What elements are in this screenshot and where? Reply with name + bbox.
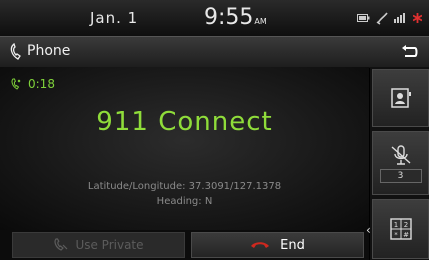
keypad-button[interactable]: 1 2 * # xyxy=(372,199,429,259)
private-phone-icon xyxy=(54,238,68,251)
bluetooth-icon xyxy=(376,12,388,25)
use-private-button[interactable]: Use Private xyxy=(12,232,185,258)
end-label: End xyxy=(280,237,305,253)
keypad-star: * xyxy=(394,231,398,239)
call-actions: Use Private End xyxy=(0,230,369,260)
clock-time: 9:55 xyxy=(204,5,254,30)
side-panel: 3 1 2 * # xyxy=(370,67,429,260)
end-call-button[interactable]: End xyxy=(191,232,364,258)
use-private-label: Use Private xyxy=(75,238,144,252)
status-clock: 9:55AM xyxy=(204,5,267,30)
battery-icon xyxy=(357,14,370,22)
call-panel: 0:18 911 Connect Latitude/Longitude: 37.… xyxy=(0,67,369,230)
signal-icon xyxy=(394,13,405,23)
call-duration: 0:18 xyxy=(28,77,55,91)
heading-info: Heading: N xyxy=(156,196,213,207)
keypad-digit-1: 1 xyxy=(393,221,397,229)
mic-mute-icon xyxy=(391,145,410,165)
contacts-icon xyxy=(390,88,411,108)
keypad-icon: 1 2 * # xyxy=(389,218,412,240)
status-icons xyxy=(357,11,422,25)
alert-icon xyxy=(413,13,422,23)
keypad-digit-2: 2 xyxy=(403,221,407,229)
call-timer: 0:18 xyxy=(10,77,55,91)
active-call-icon xyxy=(11,78,21,90)
title-bar: Phone xyxy=(0,36,429,68)
keypad-hash: # xyxy=(403,231,409,239)
hang-up-icon xyxy=(251,242,270,248)
chevron-left-icon[interactable]: ‹ xyxy=(366,223,371,237)
location-coordinates: Latitude/Longitude: 37.3091/127.1378 xyxy=(87,181,282,192)
page-title: Phone xyxy=(27,43,71,59)
contacts-button[interactable] xyxy=(372,69,429,127)
caller-name: 911 Connect xyxy=(96,107,273,137)
status-date: Jan. 1 xyxy=(90,9,139,27)
clock-ampm: AM xyxy=(254,17,267,26)
mic-volume-level: 3 xyxy=(379,169,422,183)
back-icon xyxy=(402,45,418,57)
phone-icon xyxy=(10,43,21,60)
status-bar: Jan. 1 9:55AM xyxy=(0,0,429,36)
mic-mute-button[interactable]: 3 xyxy=(372,131,429,195)
back-button[interactable] xyxy=(397,41,423,63)
